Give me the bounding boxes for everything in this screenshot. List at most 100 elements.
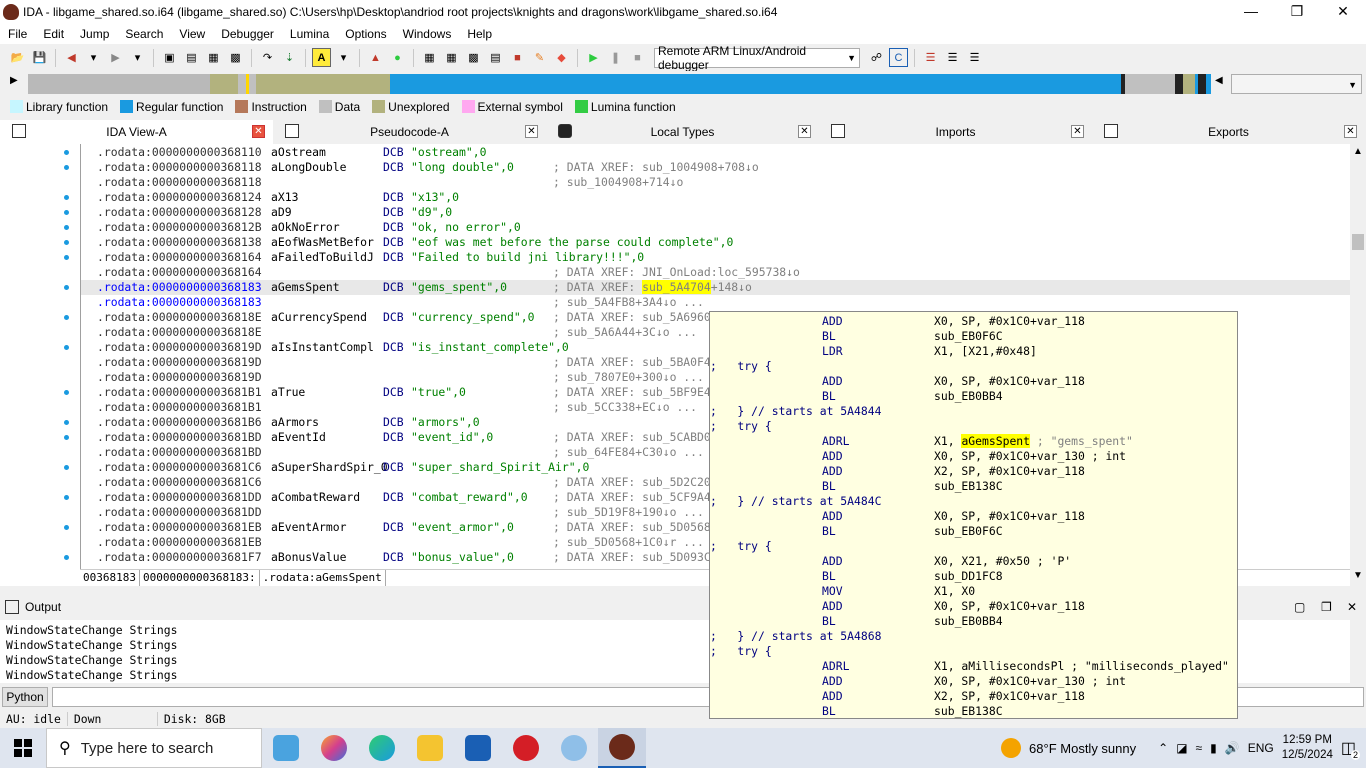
listing-row[interactable]: .rodata:0000000000368124 aX13 DCB "x13",0 — [81, 190, 1350, 205]
down-arrow-icon[interactable]: ⇣ — [280, 48, 299, 67]
copilot-icon[interactable] — [310, 728, 358, 768]
graph-icon[interactable]: ▲ — [366, 48, 385, 67]
pause-icon[interactable]: ❚ — [606, 48, 625, 67]
menu-windows[interactable]: Windows — [395, 27, 460, 41]
dropdown-icon[interactable]: ▾ — [84, 48, 103, 67]
listing-row[interactable]: .rodata:0000000000368183 aGemsSpent DCB "ge… — [81, 280, 1350, 295]
listing-row[interactable]: .rodata:0000000000368128 aD9 DCB "d9",0 — [81, 205, 1350, 220]
menu-debugger[interactable]: Debugger — [213, 27, 282, 41]
listing-row[interactable]: .rodata:0000000000368118 ; sub_1004908+71… — [81, 175, 1350, 190]
tab-exports[interactable]: Exports ✕ — [1092, 120, 1365, 144]
wifi-icon[interactable]: ≈ — [1196, 741, 1203, 755]
paint-icon[interactable] — [550, 728, 598, 768]
struct-icon[interactable]: ▦ — [420, 48, 439, 67]
tab-local-types[interactable]: Local Types ✕ — [546, 120, 819, 144]
menu-help[interactable]: Help — [459, 27, 500, 41]
minimize-button[interactable]: — — [1228, 0, 1274, 23]
scroll-down-icon[interactable]: ▼ — [1353, 570, 1363, 581]
text-icon[interactable]: ▤ — [182, 48, 201, 67]
ida-taskbar-icon[interactable] — [598, 728, 646, 768]
language-indicator[interactable]: ENG — [1248, 741, 1274, 755]
cpp-icon[interactable]: C — [889, 48, 908, 67]
list-icon[interactable]: ☰ — [943, 48, 962, 67]
jump-icon[interactable]: ↷ — [258, 48, 277, 67]
close-icon[interactable]: ✕ — [525, 125, 538, 138]
open-icon[interactable]: 📂 — [8, 48, 27, 67]
mail-icon[interactable] — [454, 728, 502, 768]
python-button[interactable]: Python — [2, 686, 48, 707]
clock[interactable]: 12:59 PM 12/5/2024 — [1282, 733, 1333, 763]
struct-icon[interactable]: ▦ — [204, 48, 223, 67]
debugger-select[interactable]: Remote ARM Linux/Android debugger ▼ — [654, 44, 860, 72]
close-icon[interactable]: ✕ — [1071, 125, 1084, 138]
run-icon[interactable]: ● — [388, 48, 407, 67]
network-icon[interactable]: ◪ — [1176, 741, 1187, 755]
edit-icon[interactable]: ✎ — [530, 48, 549, 67]
scroll-up-icon[interactable]: ▲ — [1353, 146, 1363, 157]
listing-row[interactable]: .rodata:000000000036812B aOkNoError DCB "ok… — [81, 220, 1350, 235]
listing-scrollbar[interactable]: ▲ ▼ — [1350, 144, 1366, 586]
listing-row[interactable]: .rodata:0000000000368118 aLongDouble DCB "l… — [81, 160, 1350, 175]
chevron-up-icon[interactable]: ⌃ — [1158, 741, 1168, 755]
close-icon[interactable]: ✕ — [1344, 125, 1357, 138]
dropdown-icon[interactable]: ▾ — [334, 48, 353, 67]
back-arrow-icon[interactable]: ◀ — [62, 48, 81, 67]
taskbar-search[interactable]: ⚲ Type here to search — [46, 728, 262, 768]
names-icon[interactable]: ▤ — [486, 48, 505, 67]
enum-icon[interactable]: ▦ — [442, 48, 461, 67]
menu-view[interactable]: View — [171, 27, 213, 41]
nav-combo[interactable]: ▼ — [1231, 74, 1362, 94]
breakpoint-icon[interactable]: ◆ — [552, 48, 571, 67]
menu-edit[interactable]: Edit — [35, 27, 72, 41]
menu-file[interactable]: File — [0, 27, 35, 41]
volume-icon[interactable]: 🔊 — [1225, 741, 1240, 755]
restore-icon[interactable]: ❐ — [1321, 600, 1332, 614]
opera-icon[interactable] — [502, 728, 550, 768]
xref-highlight[interactable]: sub_5A4704 — [642, 280, 711, 294]
stop-icon[interactable]: ■ — [508, 48, 527, 67]
listing-row[interactable]: .rodata:0000000000368164 aFailedToBuildJ D… — [81, 250, 1350, 265]
stop-debug-icon[interactable]: ■ — [628, 48, 647, 67]
navigation-strip[interactable] — [28, 74, 1211, 94]
close-icon[interactable]: ✕ — [798, 125, 811, 138]
enum-icon[interactable]: ▩ — [226, 48, 245, 67]
save-icon[interactable]: 💾 — [30, 48, 49, 67]
listing-row[interactable]: .rodata:0000000000368183 ; sub_5A4FB8+3A4… — [81, 295, 1350, 310]
taskbar-widget[interactable] — [262, 728, 310, 768]
weather-text[interactable]: 68°F Mostly sunny — [1029, 741, 1136, 756]
menu-search[interactable]: Search — [117, 27, 171, 41]
start-debug-icon[interactable]: ▶ — [584, 48, 603, 67]
tab-pseudocode[interactable]: Pseudocode-A ✕ — [273, 120, 546, 144]
segments-icon[interactable]: ▩ — [464, 48, 483, 67]
forward-arrow-icon[interactable]: ▶ — [106, 48, 125, 67]
start-button[interactable] — [0, 728, 46, 768]
copy-icon[interactable]: ☍ — [867, 48, 886, 67]
nav-left-icon[interactable]: ▶ — [10, 75, 18, 86]
output-scrollbar[interactable] — [1350, 620, 1366, 683]
menu-jump[interactable]: Jump — [72, 27, 117, 41]
close-icon[interactable]: ✕ — [1347, 600, 1357, 614]
edge-icon[interactable] — [358, 728, 406, 768]
close-icon[interactable]: ✕ — [252, 125, 265, 138]
listing-row[interactable]: .rodata:0000000000368138 aEofWasMetBefor D… — [81, 235, 1350, 250]
weather-icon[interactable] — [1001, 738, 1022, 758]
scroll-thumb[interactable] — [1352, 234, 1364, 250]
list-icon[interactable]: ☰ — [921, 48, 940, 67]
maximize-button[interactable]: ❐ — [1274, 0, 1320, 23]
maximize-icon[interactable]: ▢ — [1294, 600, 1305, 614]
menu-lumina[interactable]: Lumina — [282, 27, 337, 41]
menu-options[interactable]: Options — [337, 27, 394, 41]
tab-ida-view[interactable]: IDA View-A ✕ — [0, 120, 273, 144]
close-button[interactable]: ✕ — [1320, 0, 1366, 23]
list-icon[interactable]: ☰ — [965, 48, 984, 67]
dropdown-icon[interactable]: ▾ — [128, 48, 147, 67]
notification-icon[interactable]: ◫ 2 — [1341, 738, 1360, 760]
nav-right-icon[interactable]: ◀ — [1215, 75, 1223, 86]
hex-icon[interactable]: ▣ — [160, 48, 179, 67]
listing-row[interactable]: .rodata:0000000000368110 aOstream DCB "ostr… — [81, 145, 1350, 160]
string-icon[interactable]: A — [312, 48, 331, 67]
file-explorer-icon[interactable] — [406, 728, 454, 768]
battery-icon[interactable]: ▮ — [1210, 741, 1217, 755]
tab-imports[interactable]: Imports ✕ — [819, 120, 1092, 144]
listing-row[interactable]: .rodata:0000000000368164 ; DATA XREF: JNI… — [81, 265, 1350, 280]
